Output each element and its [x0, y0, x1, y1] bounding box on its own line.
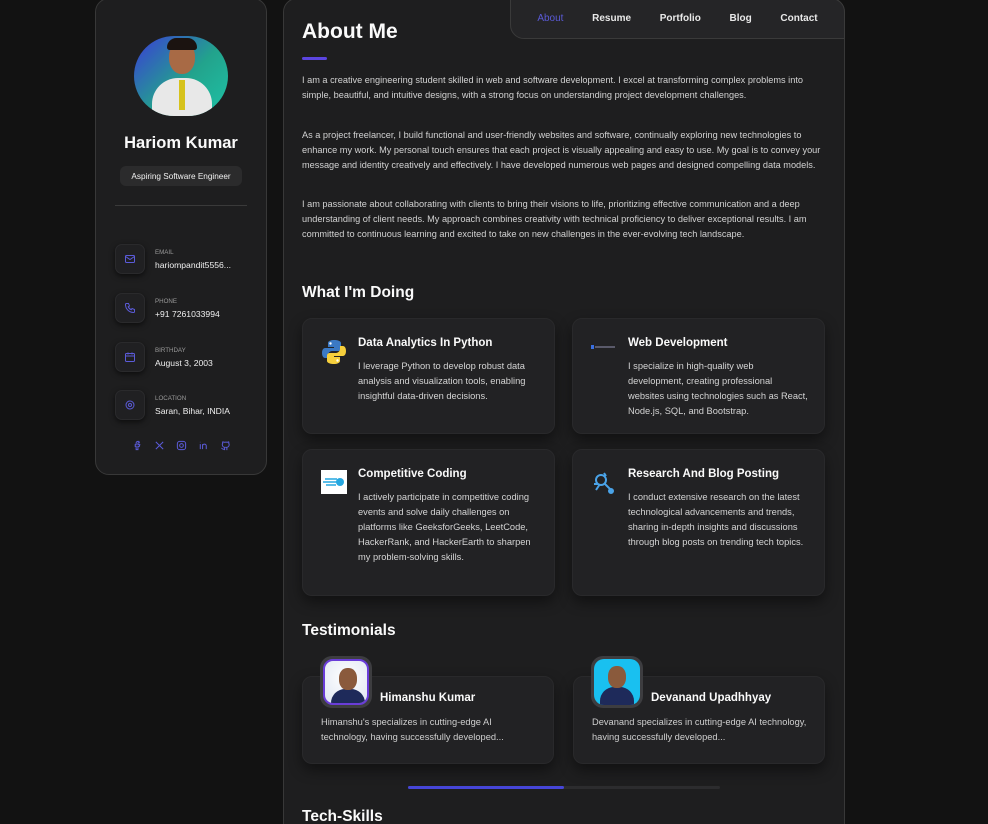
location-icon — [115, 390, 145, 420]
contact-birthday: BIRTHDAY August 3, 2003 — [115, 342, 255, 374]
testimonial-name-2: Devanand Upadhhyay — [651, 692, 772, 704]
nav-portfolio[interactable]: Portfolio — [660, 13, 701, 24]
contact-location-value: Saran, Bihar, INDIA — [155, 406, 230, 416]
contact-birthday-value: August 3, 2003 — [155, 358, 213, 368]
profile-sidebar: Hariom Kumar Aspiring Software Engineer … — [95, 0, 267, 475]
about-paragraph-1: I am a creative engineering student skil… — [302, 75, 803, 100]
skills-heading: Tech-Skills — [302, 808, 383, 824]
testimonials-scrollbar[interactable] — [408, 786, 720, 789]
nav-contact[interactable]: Contact — [780, 13, 817, 24]
service-desc: I conduct extensive research on the late… — [628, 492, 804, 547]
nav-blog[interactable]: Blog — [730, 13, 752, 24]
facebook-icon[interactable] — [131, 439, 144, 452]
contact-email-value[interactable]: hariompandit5556... — [155, 260, 231, 270]
service-title: Research And Blog Posting — [628, 468, 780, 480]
service-card-research: Research And Blog Posting I conduct exte… — [572, 449, 825, 596]
scrollbar-thumb[interactable] — [408, 786, 564, 789]
heading-underline — [302, 57, 327, 60]
service-desc: I actively participate in competitive co… — [358, 492, 531, 562]
top-navbar: About Resume Portfolio Blog Contact — [510, 0, 845, 39]
nav-resume[interactable]: Resume — [592, 13, 631, 24]
nav-about[interactable]: About — [537, 13, 563, 24]
contact-email[interactable]: EMAIL hariompandit5556... — [115, 244, 255, 276]
profile-avatar — [134, 36, 228, 116]
contact-birthday-label: BIRTHDAY — [155, 347, 186, 354]
web-dev-icon — [591, 337, 617, 363]
mail-icon — [115, 244, 145, 274]
service-title: Web Development — [628, 337, 728, 349]
contact-email-label: EMAIL — [155, 249, 174, 256]
testimonial-avatar-2 — [591, 656, 643, 708]
phone-icon — [115, 293, 145, 323]
about-paragraph-3: I am passionate about collaborating with… — [302, 199, 807, 239]
service-desc: I leverage Python to develop robust data… — [358, 361, 526, 401]
research-icon — [591, 470, 617, 496]
doing-heading: What I'm Doing — [302, 284, 415, 301]
contact-phone-label: PHONE — [155, 298, 178, 305]
testimonial-text-2: Devanand specializes in cutting-edge AI … — [592, 717, 807, 742]
x-icon[interactable] — [153, 439, 166, 452]
contact-location: LOCATION Saran, Bihar, INDIA — [115, 390, 255, 422]
service-card-coding: Competitive Coding I actively participat… — [302, 449, 555, 596]
service-title: Data Analytics In Python — [358, 337, 493, 349]
profile-name: Hariom Kumar — [124, 134, 238, 152]
contact-location-label: LOCATION — [155, 395, 187, 402]
contact-phone[interactable]: PHONE +91 7261033994 — [115, 293, 255, 325]
about-heading: About Me — [302, 20, 398, 43]
social-links — [96, 439, 266, 452]
testimonial-text-1: Himanshu's specializes in cutting-edge A… — [321, 717, 504, 742]
testimonial-name-1: Himanshu Kumar — [380, 692, 476, 704]
service-card-python: Data Analytics In Python I leverage Pyth… — [302, 318, 555, 434]
coding-icon — [321, 470, 347, 496]
github-icon[interactable] — [219, 439, 232, 452]
profile-title-badge: Aspiring Software Engineer — [120, 166, 242, 186]
service-card-web: Web Development I specialize in high-qua… — [572, 318, 825, 434]
contact-phone-value[interactable]: +91 7261033994 — [155, 309, 220, 319]
testimonial-avatar-1 — [320, 656, 372, 708]
sidebar-divider — [115, 205, 247, 206]
service-title: Competitive Coding — [358, 468, 467, 480]
python-icon — [321, 339, 347, 365]
service-desc: I specialize in high-quality web develop… — [628, 361, 808, 416]
linkedin-icon[interactable] — [197, 439, 210, 452]
about-paragraph-2: As a project freelancer, I build functio… — [302, 130, 821, 170]
calendar-icon — [115, 342, 145, 372]
instagram-icon[interactable] — [175, 439, 188, 452]
testimonials-heading: Testimonials — [302, 622, 396, 639]
